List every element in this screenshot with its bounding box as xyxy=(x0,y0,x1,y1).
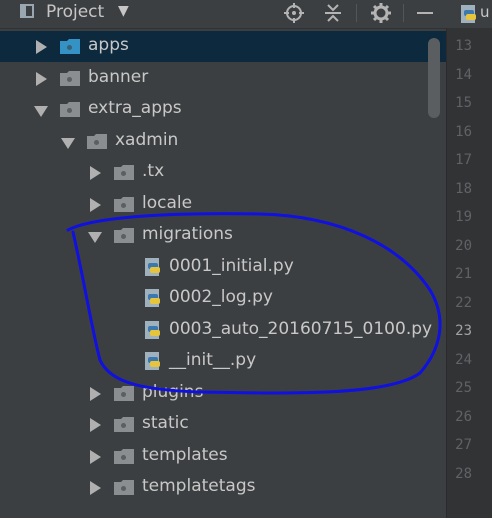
tree-item-label: xadmin xyxy=(115,129,179,150)
folder-icon xyxy=(114,448,134,464)
project-view-icon[interactable] xyxy=(20,4,34,18)
tree-file-row[interactable]: 0001_initial.py xyxy=(0,252,446,283)
tree-file-row[interactable]: __init__.py xyxy=(0,346,446,377)
tree-item-label: __init__.py xyxy=(169,350,257,370)
tree-folder-row[interactable]: xadmin xyxy=(0,126,446,157)
line-number: 17 xyxy=(455,152,472,168)
folder-icon xyxy=(114,385,134,401)
line-number: 22 xyxy=(455,294,472,311)
chevron-right-icon[interactable] xyxy=(90,197,101,212)
tree-folder-row[interactable]: static xyxy=(0,409,446,440)
project-tree: apps banner extra_appsxadmin .tx locale migra… xyxy=(0,29,446,518)
tree-item-label: 0003_auto_20160715_0100.py xyxy=(169,318,433,339)
project-view-title[interactable]: Project xyxy=(46,2,104,22)
line-number: 24 xyxy=(455,351,472,368)
tree-folder-row[interactable]: locale xyxy=(0,189,446,220)
tree-item-label: 0001_initial.py xyxy=(169,255,294,276)
folder-icon xyxy=(114,165,134,180)
python-file-icon xyxy=(460,4,478,24)
tree-item-label: locale xyxy=(142,192,193,213)
chevron-right-icon[interactable] xyxy=(36,71,47,86)
tree-folder-row[interactable]: banner xyxy=(0,63,446,94)
tree-item-label: .tx xyxy=(142,161,165,181)
chevron-right-icon[interactable] xyxy=(90,449,101,464)
line-number: 25 xyxy=(455,380,472,396)
line-number: 23 xyxy=(455,323,472,339)
editor-tab-label[interactable]: u xyxy=(480,3,490,21)
tree-item-label: banner xyxy=(88,66,149,87)
collapse-all-icon[interactable] xyxy=(322,2,344,24)
tree-item-label: 0002_log.py xyxy=(169,287,273,307)
line-number: 16 xyxy=(455,123,472,140)
gear-icon[interactable] xyxy=(370,2,392,24)
chevron-down-icon[interactable]: ▼ xyxy=(118,3,129,19)
line-number: 19 xyxy=(455,209,472,225)
folder-icon xyxy=(60,70,80,86)
folder-icon xyxy=(60,39,80,54)
tree-item-label: templates xyxy=(142,444,228,465)
python-file-icon xyxy=(144,351,162,371)
chevron-down-icon[interactable] xyxy=(61,137,75,149)
tree-item-label: plugins xyxy=(142,381,204,402)
locate-target-icon[interactable] xyxy=(283,2,305,24)
line-number: 15 xyxy=(455,95,472,111)
line-number: 26 xyxy=(455,408,472,425)
tree-folder-row[interactable]: templatetags xyxy=(0,472,446,503)
project-toolbar: Project ▼ xyxy=(0,0,446,29)
chevron-right-icon[interactable] xyxy=(90,386,101,401)
tree-folder-row[interactable]: apps xyxy=(0,31,446,62)
tree-folder-row[interactable]: migrations xyxy=(0,220,446,251)
tree-file-row[interactable]: 0002_log.py xyxy=(0,283,446,314)
line-number: 18 xyxy=(455,180,472,197)
python-file-icon xyxy=(144,288,162,308)
tree-file-row[interactable]: 0003_auto_20160715_0100.py xyxy=(0,315,446,346)
folder-icon xyxy=(87,133,107,149)
tree-folder-row[interactable]: templates xyxy=(0,441,446,472)
chevron-right-icon[interactable] xyxy=(90,418,101,432)
python-file-icon xyxy=(144,257,162,277)
python-file-icon xyxy=(144,320,162,340)
folder-icon xyxy=(60,102,80,117)
line-number: 13 xyxy=(455,38,472,54)
tree-item-label: static xyxy=(142,413,189,433)
line-number: 27 xyxy=(455,437,472,453)
chevron-right-icon[interactable] xyxy=(90,481,101,495)
tree-item-label: extra_apps xyxy=(88,98,182,118)
tree-folder-row[interactable]: extra_apps xyxy=(0,94,446,125)
chevron-right-icon[interactable] xyxy=(90,166,101,180)
tree-item-label: apps xyxy=(88,35,129,55)
folder-icon xyxy=(114,417,134,432)
toolbar-separator xyxy=(403,4,404,22)
tree-folder-row[interactable]: plugins xyxy=(0,378,446,409)
tree-item-label: migrations xyxy=(142,224,233,244)
tree-folder-row[interactable]: .tx xyxy=(0,157,446,188)
line-number: 14 xyxy=(455,66,472,83)
hide-icon[interactable] xyxy=(414,2,436,24)
folder-icon xyxy=(114,480,134,495)
line-number: 20 xyxy=(455,237,472,254)
tree-scrollbar[interactable] xyxy=(428,38,440,118)
chevron-right-icon[interactable] xyxy=(36,40,47,54)
chevron-down-icon[interactable] xyxy=(34,106,48,117)
line-number: 21 xyxy=(455,266,472,282)
folder-icon xyxy=(114,228,134,243)
chevron-down-icon[interactable] xyxy=(88,232,102,243)
toolbar-separator xyxy=(356,4,357,22)
line-number: 28 xyxy=(455,465,472,482)
folder-icon xyxy=(114,196,134,212)
tree-item-label: templatetags xyxy=(142,476,256,496)
